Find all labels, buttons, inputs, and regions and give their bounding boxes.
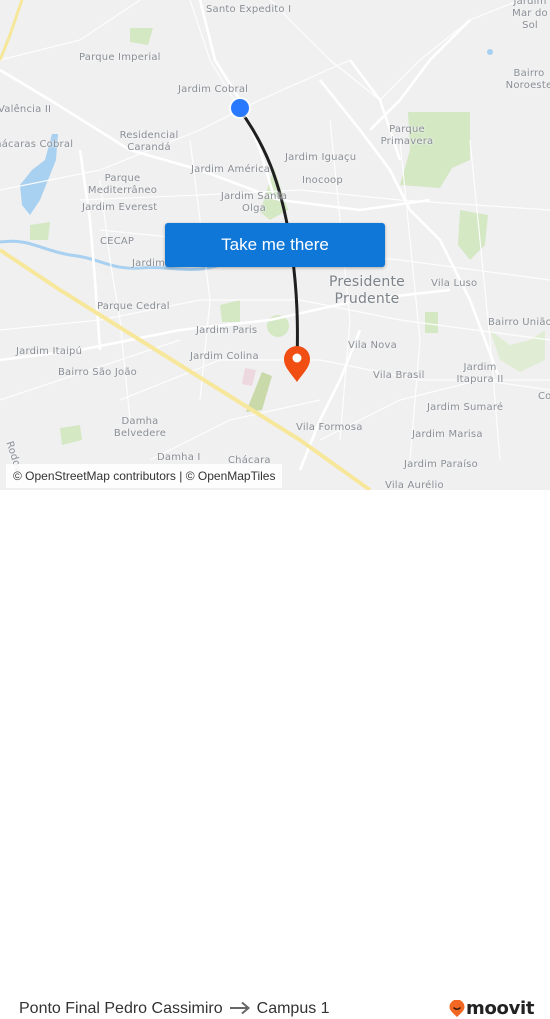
map-label: Bairro São João (58, 367, 137, 378)
park-area (30, 222, 50, 240)
map-label: Jardim Itapura II (456, 362, 504, 385)
map-label: Jardim Iguaçu (285, 152, 357, 163)
map-label: Jardim Cobral (178, 84, 249, 95)
map-label: CECAP (100, 236, 135, 247)
pond (487, 49, 493, 55)
city-label: Presidente Prudente (329, 274, 405, 307)
map-label: Jardim Paris (196, 325, 258, 336)
map-label: Vila Nova (348, 340, 397, 351)
map-label: Vila Luso (431, 278, 478, 289)
area (242, 368, 256, 386)
take-me-there-button[interactable]: Take me there (165, 223, 385, 267)
map-label: Jardim Everest (82, 202, 158, 213)
map-label: Jardim Itaipú (16, 346, 83, 357)
map-label: Jardim Santa Olga (220, 191, 288, 214)
map-attribution[interactable]: © OpenStreetMap contributors | © OpenMap… (6, 464, 283, 488)
map-label: Damha I (157, 452, 201, 463)
map-label: Co (538, 391, 550, 402)
origin-marker[interactable] (229, 97, 251, 119)
park-area (220, 300, 240, 322)
map-label: Santo Expedito I (206, 4, 292, 15)
map-label: Jardim Sumaré (427, 402, 504, 413)
map-label: Inocoop (302, 175, 343, 186)
map-label: Chácaras Cobral (0, 139, 74, 150)
map-label: Bairro União (488, 317, 550, 328)
map-label: Bairro Noroeste (505, 68, 550, 91)
park-area (60, 425, 82, 445)
map-label: Vila Aurélio (385, 480, 444, 490)
map-label: Vila Formosa (296, 422, 363, 433)
arrow-right-icon (229, 1001, 251, 1017)
park-area (130, 28, 153, 45)
map-label: Jardim América (191, 164, 271, 175)
map-label: Jardim Colina (190, 351, 259, 362)
map-label: Parque Mediterrâneo (87, 173, 158, 196)
map-label: Jardim Mar do Sol (512, 0, 548, 31)
map-label: Parque Cedral (97, 301, 170, 312)
route-summary: Ponto Final Pedro Cassimiro Campus 1 (19, 1000, 330, 1018)
moovit-logo[interactable]: moovit (449, 998, 535, 1019)
map-label: Valência II (0, 104, 52, 115)
park-area (458, 210, 488, 260)
map-label: Jardim (132, 258, 166, 269)
destination-pin-icon[interactable] (284, 346, 310, 382)
map-label: Parque Primavera (380, 124, 434, 147)
footer: Ponto Final Pedro Cassimiro Campus 1 moo… (0, 490, 550, 1019)
destination-name: Campus 1 (256, 1000, 330, 1017)
highway (0, 0, 24, 61)
map-label: Vila Brasil (373, 370, 425, 381)
map-label: Damha Belvedere (113, 416, 167, 439)
map-label: Residencial Carandá (119, 130, 179, 153)
park-area (425, 312, 438, 333)
brand-name: moovit (466, 998, 535, 1019)
map[interactable]: Santo Expedito I Jardim Mar do Sol Parqu… (0, 0, 550, 490)
map-label: Parque Imperial (79, 52, 161, 63)
map-label: Jardim Marisa (412, 429, 483, 440)
moovit-pin-icon (449, 999, 465, 1017)
map-label: Jardim Paraíso (404, 459, 478, 470)
origin-name: Ponto Final Pedro Cassimiro (19, 1000, 223, 1017)
